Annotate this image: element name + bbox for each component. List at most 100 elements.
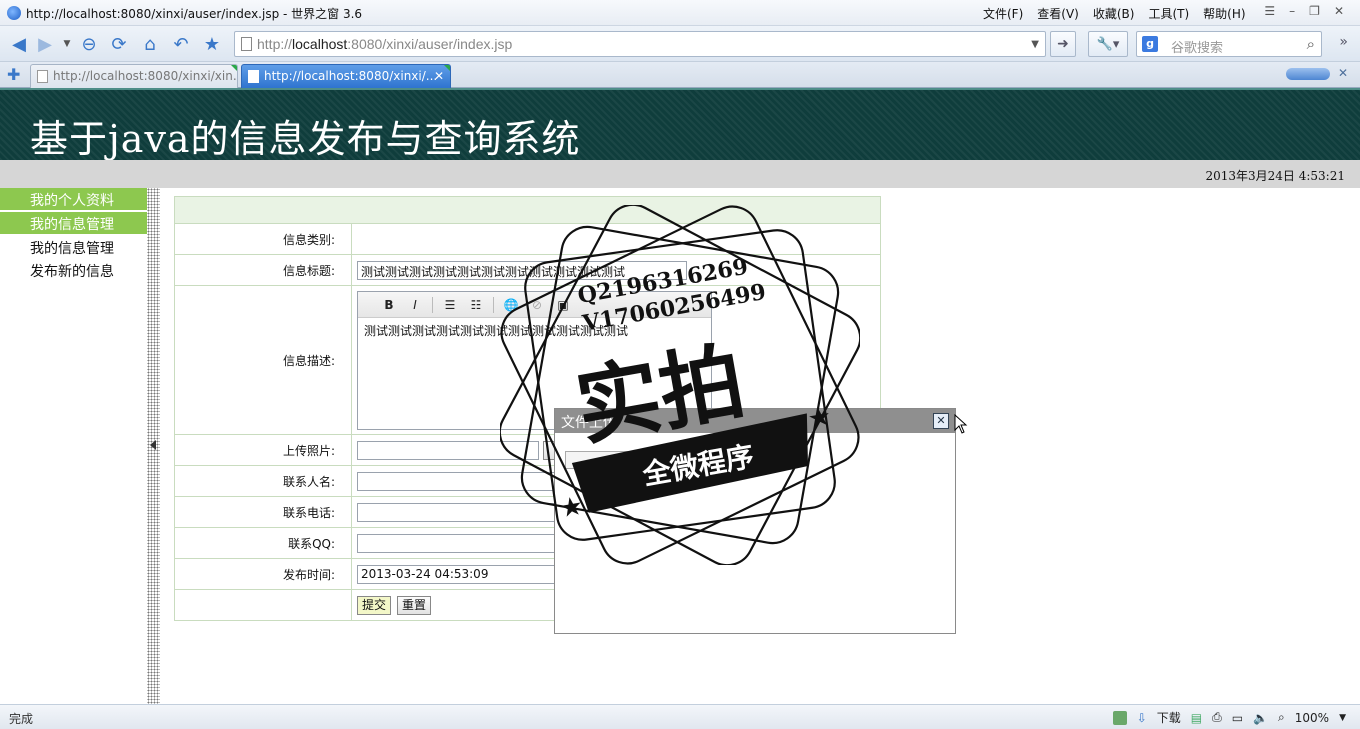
tab-bar: ✚ http://localhost:8080/xinxi/xin... htt… — [0, 62, 1360, 88]
actions-label — [175, 590, 352, 621]
tab-marker-icon — [231, 65, 237, 71]
google-icon[interactable]: g — [1142, 36, 1158, 52]
menu-help[interactable]: 帮助(H) — [1203, 5, 1245, 22]
tab-2[interactable]: http://localhost:8080/xinxi/... ✕ — [241, 64, 451, 88]
site-title: 基于java的信息发布与查询系统 — [30, 117, 581, 161]
category-label: 信息类别: — [175, 224, 352, 254]
undo-close-icon[interactable]: ↶ — [170, 33, 192, 55]
time-input[interactable]: 2013-03-24 04:53:09 — [357, 564, 557, 584]
tab-close-icon[interactable]: ✕ — [434, 69, 444, 83]
menu-tools[interactable]: 工具(T) — [1148, 5, 1189, 22]
refresh-icon[interactable]: ⟳ — [108, 33, 130, 55]
unordered-list-icon[interactable]: ☷ — [467, 296, 485, 314]
address-url[interactable]: http://localhost:8080/xinxi/auser/index.… — [257, 36, 512, 52]
upload-dialog: 文件上传 ✕ — [554, 408, 956, 634]
zoom-dropdown-icon[interactable]: ▼ — [1339, 713, 1346, 723]
back-icon[interactable]: ◀ — [8, 33, 30, 55]
page-icon — [37, 70, 48, 83]
minimize-icon[interactable]: – — [1289, 4, 1295, 18]
title-input[interactable]: 测试测试测试测试测试测试测试测试测试测试测试 — [357, 260, 687, 280]
reset-button[interactable]: 重置 — [397, 596, 432, 615]
description-label: 信息描述: — [175, 286, 352, 434]
phone-input[interactable] — [357, 502, 557, 522]
volume-icon[interactable]: 🔈 — [1253, 711, 1268, 725]
qq-label: 联系QQ: — [175, 528, 352, 558]
editor-content[interactable]: 测试测试测试测试测试测试测试测试测试测试测试 — [358, 318, 711, 343]
menu-file[interactable]: 文件(F) — [983, 5, 1023, 22]
forward-icon[interactable]: ▶ — [34, 33, 56, 55]
go-button[interactable]: ➜ — [1050, 31, 1076, 57]
tab-label: http://localhost:8080/xinxi/xin... — [53, 69, 238, 83]
tools-wrench-icon[interactable]: 🔧▾ — [1088, 31, 1128, 57]
address-bar[interactable]: http://localhost:8080/xinxi/auser/index.… — [234, 31, 1046, 57]
new-tab-icon[interactable]: ✚ — [7, 65, 20, 84]
favorites-star-icon[interactable]: ★ — [201, 33, 223, 55]
close-tabs-icon[interactable]: ✕ — [1338, 66, 1348, 80]
window-title: http://localhost:8080/xinxi/auser/index.… — [26, 7, 363, 21]
sidebar: 我的个人资料 我的信息管理 我的信息管理 发布新的信息 — [0, 188, 147, 704]
page-icon — [248, 70, 259, 83]
row-title: 信息标题: 测试测试测试测试测试测试测试测试测试测试测试 — [175, 255, 880, 286]
qq-input[interactable] — [357, 533, 557, 553]
status-bar: 完成 ⇩ 下载 ▤ ⎙ ▭ 🔈 ⌕ 100% ▼ — [0, 704, 1360, 729]
page-icon — [241, 37, 252, 51]
status-tray: ⇩ 下载 ▤ ⎙ ▭ 🔈 ⌕ 100% ▼ — [1112, 709, 1346, 726]
time-label: 发布时间: — [175, 559, 352, 589]
submit-button[interactable]: 提交 — [357, 596, 392, 615]
unlink-icon[interactable]: ⊘ — [528, 296, 546, 314]
ordered-list-icon[interactable]: ☰ — [441, 296, 459, 314]
dialog-title: 文件上传 — [555, 409, 955, 433]
dialog-close-icon[interactable]: ✕ — [933, 413, 949, 429]
sidebar-item-publish-info[interactable]: 发布新的信息 — [0, 259, 147, 282]
tab-1[interactable]: http://localhost:8080/xinxi/xin... — [30, 64, 238, 88]
window-titlebar: http://localhost:8080/xinxi/auser/index.… — [0, 0, 1360, 26]
tab-scroll-icon[interactable] — [1286, 68, 1330, 80]
title-label: 信息标题: — [175, 255, 352, 285]
contact-input[interactable] — [357, 471, 557, 491]
download-label[interactable]: 下载 — [1157, 709, 1181, 726]
site-banner: 基于java的信息发布与查询系统 — [0, 88, 1360, 161]
menu-bar: 文件(F) 查看(V) 收藏(B) 工具(T) 帮助(H) — [983, 5, 1260, 22]
photo-label: 上传照片: — [175, 435, 352, 465]
address-dropdown-icon[interactable]: ▼ — [1031, 39, 1039, 50]
layout-icon[interactable]: ☰ — [1264, 4, 1275, 18]
collapse-arrow-icon[interactable] — [150, 440, 156, 450]
sidebar-item-manage-info[interactable]: 我的信息管理 — [0, 236, 147, 259]
tab-marker-icon — [444, 65, 450, 71]
page-info-icon[interactable]: ▤ — [1191, 711, 1202, 725]
row-category: 信息类别: — [175, 224, 880, 255]
sidebar-header-info[interactable]: 我的信息管理 — [0, 212, 147, 234]
history-dropdown-icon[interactable]: ▼ — [56, 33, 78, 55]
sidebar-header-profile[interactable]: 我的个人资料 — [0, 188, 147, 210]
dialog-file-input[interactable] — [565, 451, 793, 469]
image-icon[interactable]: ▣ — [554, 296, 572, 314]
search-box[interactable]: g 谷歌搜索 ⌕ — [1136, 31, 1322, 57]
photo-input[interactable] — [357, 440, 539, 460]
date-bar: 2013年3月24日 4:53:21 — [0, 160, 1360, 188]
more-chevron-icon[interactable]: » — [1339, 34, 1348, 50]
current-datetime: 2013年3月24日 4:53:21 — [1205, 169, 1345, 183]
search-input[interactable]: 谷歌搜索 — [1171, 37, 1223, 56]
screen-icon[interactable]: ▭ — [1232, 711, 1243, 725]
status-text: 完成 — [9, 712, 34, 726]
browser-logo-icon — [7, 6, 21, 20]
contact-label: 联系人名: — [175, 466, 352, 496]
menu-favorites[interactable]: 收藏(B) — [1093, 5, 1135, 22]
italic-button[interactable]: I — [406, 296, 424, 314]
editor-toolbar: B I ☰ ☷ 🌐 ⊘ ▣ — [358, 292, 711, 318]
link-icon[interactable]: 🌐 — [502, 296, 520, 314]
zoom-icon[interactable]: ⌕ — [1278, 710, 1285, 725]
bold-button[interactable]: B — [380, 296, 398, 314]
stop-icon[interactable]: ⊖ — [78, 33, 100, 55]
search-icon[interactable]: ⌕ — [1307, 35, 1315, 53]
sidebar-splitter[interactable] — [147, 188, 160, 704]
zoom-level[interactable]: 100% — [1295, 711, 1329, 725]
print-icon[interactable]: ⎙ — [1212, 710, 1222, 725]
menu-view[interactable]: 查看(V) — [1037, 5, 1079, 22]
form-header — [175, 197, 880, 224]
download-icon[interactable]: ⇩ — [1137, 711, 1147, 725]
home-icon[interactable]: ⌂ — [139, 33, 161, 55]
network-icon[interactable] — [1112, 710, 1127, 725]
close-icon[interactable]: ✕ — [1334, 4, 1344, 18]
restore-icon[interactable]: ❐ — [1309, 4, 1320, 18]
